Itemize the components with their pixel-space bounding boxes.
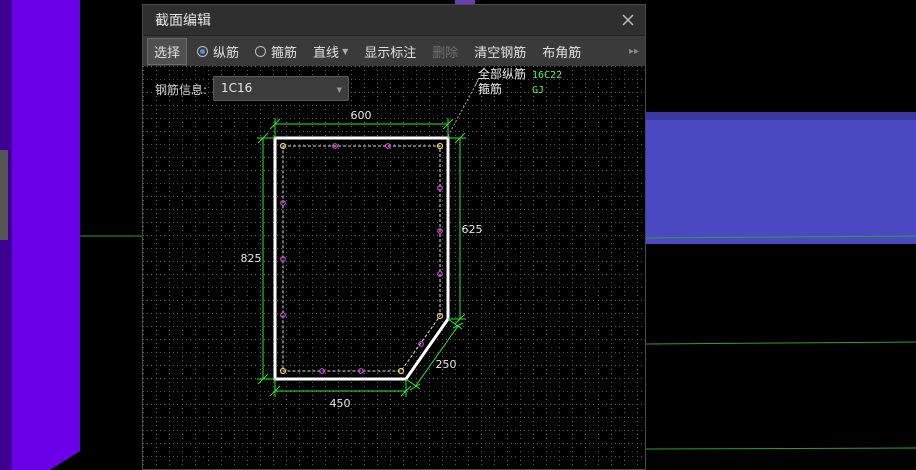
- radio-unselected-icon: [255, 45, 267, 57]
- section-drawing: 600 825 625 250 450 全部纵筋 16C22 箍筋 GJ: [143, 66, 645, 469]
- section-canvas[interactable]: 600 825 625 250 450 全部纵筋 16C22 箍筋 GJ 钢筋信…: [143, 66, 645, 469]
- delete-label: 删除: [432, 45, 459, 61]
- rebar-info-label: 钢筋信息:: [155, 83, 208, 97]
- longitudinal-label: 纵筋: [213, 45, 240, 61]
- toolbar: 选择 纵筋 箍筋 直线 ▼ 显示标注 删除 清空钢筋 布角筋 ▸▸: [143, 35, 645, 67]
- dim-left-text: 825: [241, 252, 262, 265]
- line-label: 直线: [313, 45, 340, 61]
- legend-longitudinal-label: 全部纵筋: [478, 66, 526, 81]
- dim-right-text: 625: [462, 223, 483, 236]
- clear-rebar-label: 清空钢筋: [474, 45, 527, 61]
- toolbar-overflow-icon[interactable]: ▸▸: [629, 46, 639, 57]
- legend-stirrup-value: GJ: [532, 85, 544, 96]
- radio-selected-icon: [197, 45, 209, 57]
- delete-button[interactable]: 删除: [426, 39, 464, 64]
- dim-bottom-text: 450: [330, 397, 351, 410]
- clear-rebar-button[interactable]: 清空钢筋: [468, 39, 532, 64]
- section-edit-dialog: 截面编辑 选择 纵筋 箍筋 直线 ▼ 显示标注 删除 清空钢筋 布角筋 ▸▸ 6…: [142, 4, 646, 470]
- rebar-info-value: 1C16: [221, 81, 253, 95]
- dotted-grid: [143, 66, 645, 469]
- corner-rebar-button[interactable]: 布角筋: [536, 39, 587, 64]
- select-label: 选择: [154, 45, 181, 61]
- line-dropdown[interactable]: 直线 ▼: [307, 39, 354, 64]
- close-icon[interactable]: [621, 13, 635, 27]
- show-dims-label: 显示标注: [364, 45, 417, 61]
- select-button[interactable]: 选择: [147, 37, 188, 65]
- dialog-title: 截面编辑: [155, 13, 211, 29]
- longitudinal-radio[interactable]: 纵筋: [191, 39, 245, 64]
- legend-stirrup-label: 箍筋: [478, 81, 502, 96]
- show-dims-button[interactable]: 显示标注: [358, 39, 422, 64]
- corner-rebar-label: 布角筋: [542, 45, 582, 61]
- stirrup-radio[interactable]: 箍筋: [249, 39, 303, 64]
- dim-chamfer-text: 250: [436, 358, 457, 371]
- stirrup-label: 箍筋: [271, 45, 298, 61]
- dim-top-text: 600: [351, 109, 372, 122]
- dialog-titlebar[interactable]: 截面编辑: [143, 5, 645, 35]
- chevron-down-icon: ▼: [342, 46, 349, 56]
- chevron-down-icon: ▼: [336, 86, 342, 94]
- legend-longitudinal-value: 16C22: [532, 70, 562, 81]
- rebar-info-select[interactable]: 1C16 ▼: [213, 76, 349, 101]
